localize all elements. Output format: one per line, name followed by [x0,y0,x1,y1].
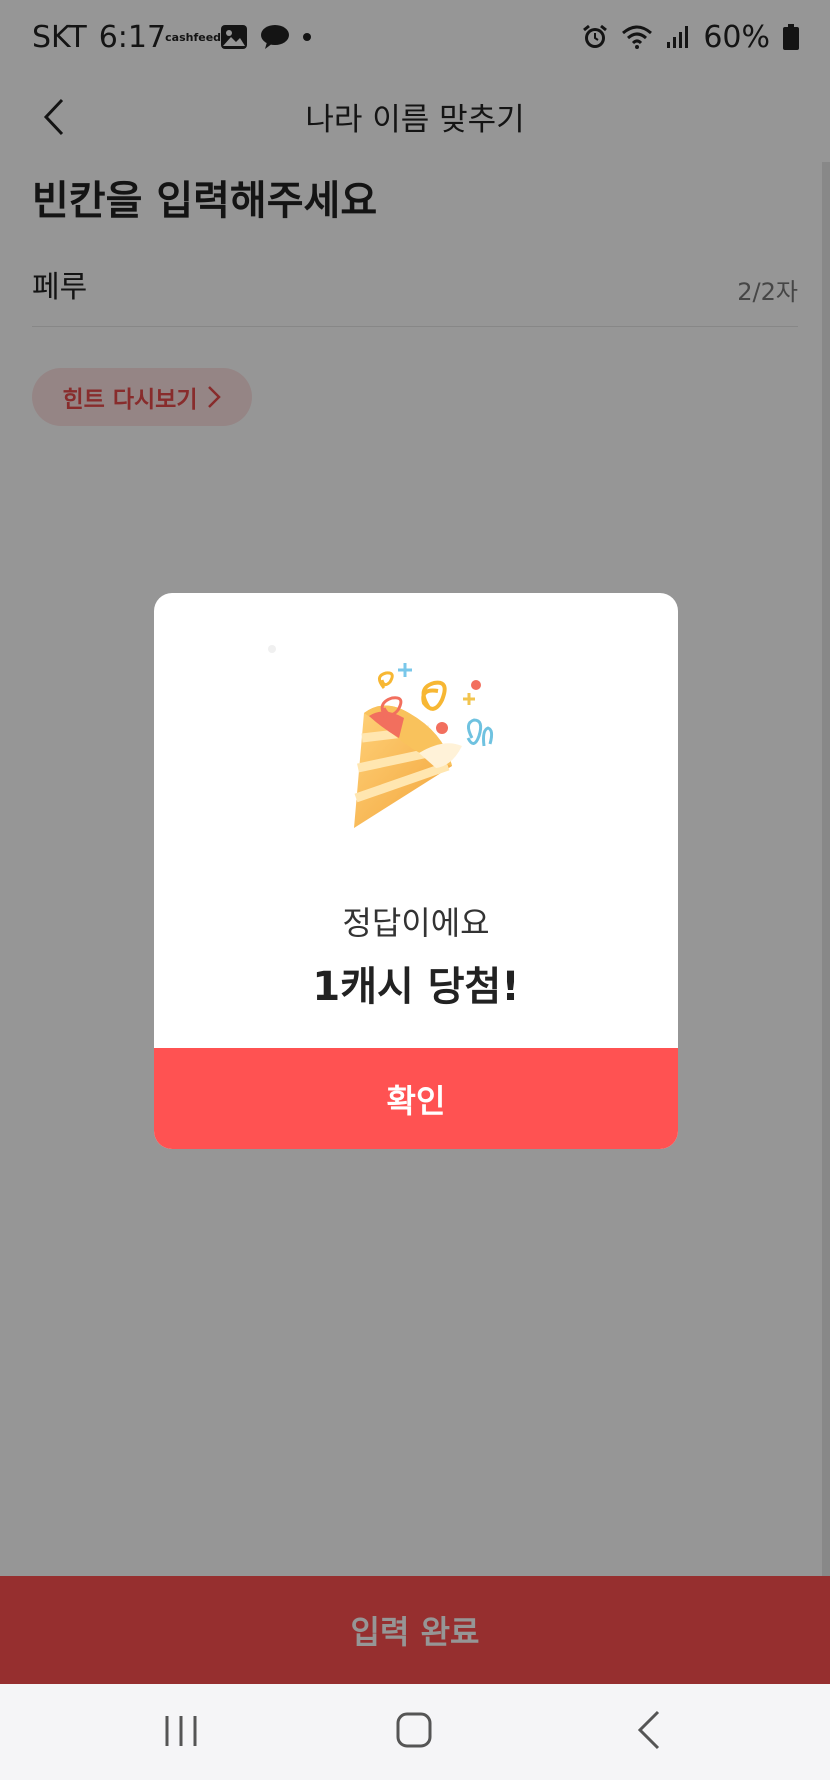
home-icon [396,1712,432,1748]
back-icon [637,1710,660,1750]
dialog-message: 정답이에요 [342,904,490,942]
decorative-dot [268,645,276,653]
home-button[interactable] [392,1708,436,1752]
recent-apps-icon [165,1716,197,1746]
recent-apps-button[interactable] [163,1710,199,1752]
navigation-bar [0,1684,830,1780]
system-back-button[interactable] [630,1708,670,1752]
success-dialog: 정답이에요 1캐시 당첨! 확인 [154,593,678,1149]
confirm-button[interactable]: 확인 [154,1048,678,1149]
party-popper-icon [324,658,514,848]
dialog-reward: 1캐시 당첨! [312,964,520,1010]
